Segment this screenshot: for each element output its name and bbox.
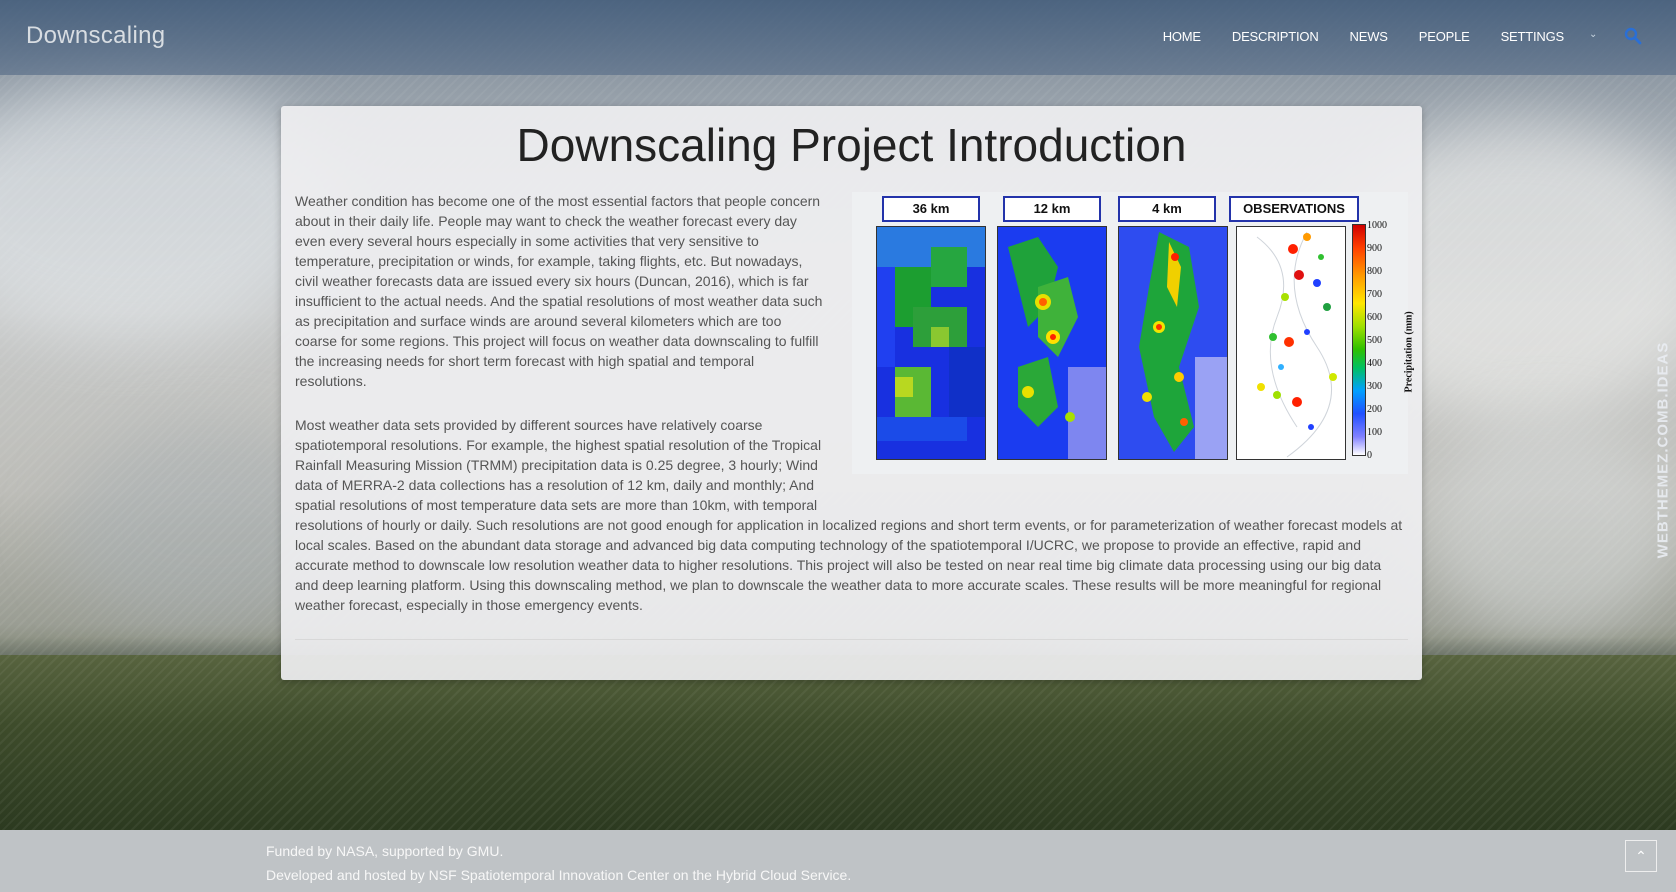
nav-description[interactable]: DESCRIPTION — [1232, 29, 1319, 44]
intro-card: Downscaling Project Introduction Weather… — [281, 106, 1422, 680]
colorbar-tick: 900 — [1367, 243, 1382, 254]
colorbar-tick: 400 — [1367, 358, 1382, 369]
colorbar-tick: 700 — [1367, 289, 1382, 300]
colorbar-tick: 500 — [1367, 335, 1382, 346]
page-footer: Funded by NASA, supported by GMU. Develo… — [0, 830, 1676, 892]
intro-paragraph-1: Weather condition has become one of the … — [295, 193, 823, 389]
colorbar-title: Precipitation (mm) — [1403, 311, 1415, 393]
brand-logo[interactable]: Downscaling — [26, 22, 165, 50]
panel-label-12km: 12 km — [1003, 196, 1101, 222]
panel-label-36km: 36 km — [882, 196, 980, 222]
footer-hosting: Developed and hosted by NSF Spatiotempor… — [266, 867, 852, 883]
colorbar-tick: 600 — [1367, 312, 1382, 323]
top-navbar: Downscaling HOME DESCRIPTION NEWS PEOPLE… — [0, 0, 1676, 75]
footer-funding: Funded by NASA, supported by GMU. — [266, 843, 504, 859]
search-icon[interactable] — [1624, 27, 1642, 45]
colorbar-tick: 800 — [1367, 266, 1382, 277]
colorbar-tick: 1000 — [1367, 220, 1387, 231]
nav-people[interactable]: PEOPLE — [1419, 29, 1470, 44]
nav-settings[interactable]: SETTINGS — [1501, 29, 1565, 44]
panel-label-4km: 4 km — [1118, 196, 1216, 222]
back-to-top-button[interactable]: ⌃ — [1625, 840, 1657, 872]
colorbar-tick: 300 — [1367, 381, 1382, 392]
chevron-up-icon: ⌃ — [1635, 848, 1647, 864]
colorbar-tick: 200 — [1367, 404, 1382, 415]
main-nav: HOME DESCRIPTION NEWS PEOPLE SETTINGS — [1163, 29, 1565, 44]
nav-home[interactable]: HOME — [1163, 29, 1201, 44]
page-title: Downscaling Project Introduction — [516, 119, 1187, 171]
side-vertical-label: WEBTHEMEZ.COMB.IDEAS — [1654, 341, 1672, 559]
nav-news[interactable]: NEWS — [1350, 29, 1388, 44]
chevron-down-icon[interactable]: ⌄ — [1589, 29, 1597, 40]
intro-paragraph-2: Most weather data sets provided by diffe… — [295, 415, 1407, 615]
side-vertical-text: WEBTHEMEZ.COMB.IDEAS — [1651, 340, 1675, 560]
card-divider — [295, 639, 1408, 640]
panel-label-observations: OBSERVATIONS — [1229, 196, 1359, 222]
